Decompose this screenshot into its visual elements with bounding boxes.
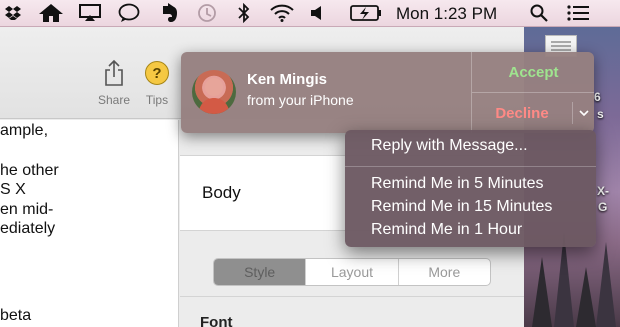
airplay-icon[interactable] (79, 2, 101, 24)
accept-button[interactable]: Accept (472, 52, 594, 93)
desktop-label-fragment: 6 (594, 90, 601, 104)
dropbox-icon[interactable] (4, 2, 22, 24)
document-text-line: en mid- (0, 201, 54, 218)
decline-options-button[interactable] (572, 102, 594, 124)
wifi-icon[interactable] (269, 2, 295, 24)
menu-separator (345, 166, 596, 167)
chevron-down-icon (579, 109, 589, 116)
tips-label: Tips (145, 93, 169, 107)
avatar (192, 70, 236, 114)
document-text-line: he other (0, 162, 59, 179)
menu-item-remind-1-hour[interactable]: Remind Me in 1 Hour (371, 221, 522, 239)
document-text-line: ample, (0, 122, 49, 139)
spotlight-icon[interactable] (528, 2, 550, 24)
paragraph-style-name: Body (202, 183, 241, 202)
font-section-heading: Font (200, 314, 233, 327)
messages-icon[interactable] (117, 2, 141, 24)
tab-layout[interactable]: Layout (306, 259, 399, 285)
bluetooth-icon[interactable] (235, 2, 253, 24)
clock-text[interactable]: Mon 1:23 PM (396, 4, 497, 24)
decline-options-menu: Reply with Message... Remind Me in 5 Min… (345, 130, 596, 247)
tree-silhouette (532, 257, 552, 327)
tree-silhouette (596, 242, 616, 327)
desktop-label-fragment: s (597, 107, 604, 121)
menu-bar: Mon 1:23 PM (0, 0, 620, 27)
document-text-line: beta (0, 307, 32, 324)
volume-icon[interactable] (309, 2, 325, 24)
document-text-line: S X (0, 181, 26, 198)
inspector-tab-bar: Style Layout More (213, 258, 491, 286)
decline-button[interactable]: Decline (472, 93, 572, 133)
menu-item-reply-with-message[interactable]: Reply with Message... (371, 137, 528, 155)
call-actions: Accept Decline (471, 52, 594, 133)
incoming-call-notification: Ken Mingis from your iPhone Accept Decli… (181, 52, 594, 133)
battery-icon[interactable] (350, 2, 382, 24)
tips-button[interactable]: ? Tips (137, 57, 177, 107)
tab-style[interactable]: Style (214, 259, 307, 285)
document-text-line: ediately (0, 220, 56, 237)
divider (180, 296, 524, 297)
caller-source: from your iPhone (247, 92, 354, 108)
desktop-label-fragment: G (598, 200, 608, 214)
share-label: Share (97, 93, 131, 107)
share-button[interactable]: Share (94, 57, 134, 107)
share-icon (94, 57, 134, 89)
notification-center-icon[interactable] (566, 2, 590, 24)
evernote-icon[interactable] (158, 2, 180, 24)
tab-more[interactable]: More (399, 259, 490, 285)
menu-item-remind-15-min[interactable]: Remind Me in 15 Minutes (371, 198, 552, 216)
caller-name: Ken Mingis (247, 71, 328, 88)
document-canvas[interactable]: ample, he other S X en mid- ediately bet… (0, 120, 179, 327)
time-machine-icon[interactable] (195, 2, 219, 24)
menu-item-remind-5-min[interactable]: Remind Me in 5 Minutes (371, 175, 544, 193)
home-icon[interactable] (38, 2, 64, 24)
desktop-label-fragment: X- (597, 184, 609, 198)
tree-silhouette (576, 267, 596, 327)
question-icon: ? (145, 61, 169, 85)
